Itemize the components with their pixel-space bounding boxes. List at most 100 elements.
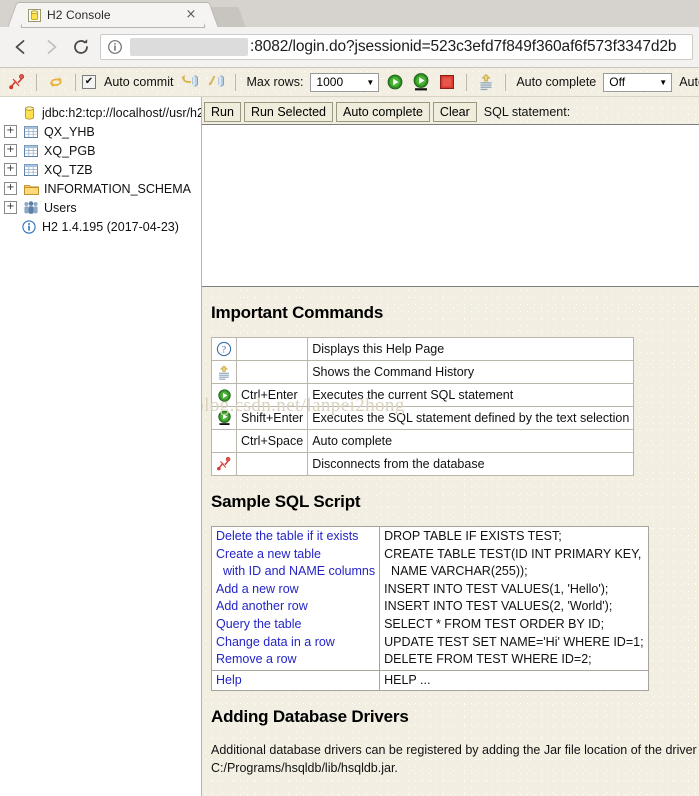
shortcut-key — [235, 360, 309, 384]
table-row: Ctrl+Enter Executes the current SQL stat… — [211, 383, 635, 407]
sample-help-label[interactable]: Help — [210, 669, 381, 692]
refresh-icon[interactable] — [43, 71, 69, 93]
max-rows-select[interactable]: 1000 ▼ — [310, 72, 380, 92]
tree-item-label: H2 1.4.195 (2017-04-23) — [42, 219, 179, 234]
database-icon — [21, 105, 37, 120]
shortcut-key — [235, 452, 309, 476]
main-panel: Run Run Selected Auto complete Clear SQL… — [202, 97, 699, 796]
adding-drivers-paragraph: Additional database drivers can be regis… — [211, 741, 699, 777]
table-icon — [23, 163, 39, 177]
paragraph-line-1: Additional database drivers can be regis… — [211, 743, 699, 758]
table-row: Shows the Command History — [211, 360, 635, 384]
clear-button[interactable]: Clear — [432, 101, 477, 122]
users-icon — [23, 201, 39, 215]
command-description: Auto complete — [307, 429, 635, 453]
table-row: Delete the table if it exists Create a n… — [210, 526, 649, 671]
run-selected-icon[interactable] — [408, 71, 434, 93]
chevron-down-icon: ▼ — [659, 77, 668, 87]
sidebar-item-information-schema[interactable]: + INFORMATION_SCHEMA — [4, 179, 201, 198]
toolbar-separator — [75, 73, 76, 91]
url-text: :8082/login.do?jsessionid=523c3efd7f849f… — [250, 38, 677, 55]
auto-complete-label: Auto complete — [516, 75, 597, 89]
sql-editor-textarea[interactable] — [202, 124, 699, 287]
tree-expander[interactable]: + — [4, 144, 17, 157]
sidebar-item-xq-pgb[interactable]: + XQ_PGB — [4, 141, 201, 160]
rollback-icon[interactable] — [203, 71, 229, 93]
auto-complete-value: Off — [609, 75, 626, 89]
run-selected-button[interactable]: Run Selected — [243, 101, 333, 122]
tree-item-label: XQ_PGB — [44, 143, 96, 158]
important-commands-table: ? Displays this Help Page Shows the Comm… — [211, 337, 635, 476]
stop-icon[interactable] — [434, 71, 460, 93]
sample-statements: DROP TABLE IF EXISTS TEST; CREATE TABLE … — [379, 526, 649, 671]
paragraph-line-2: C:/Programs/hsqldb/lib/hsqldb.jar. — [211, 761, 398, 776]
sidebar-item-users[interactable]: + Users — [4, 198, 201, 217]
disconnect-icon[interactable] — [211, 452, 237, 476]
database-tree: jdbc:h2:tcp://localhost//usr/h2/dat + QX… — [0, 97, 202, 796]
sample-help-statement: HELP ... — [379, 669, 649, 692]
table-row: Help HELP ... — [210, 669, 649, 692]
shortcut-key: Ctrl+Space — [235, 429, 309, 453]
run-selected-icon[interactable] — [211, 406, 237, 430]
svg-text:?: ? — [222, 346, 226, 356]
reload-button[interactable] — [66, 32, 96, 62]
max-rows-label: Max rows: — [246, 75, 304, 89]
sidebar-item-xq-tzb[interactable]: + XQ_TZB — [4, 160, 201, 179]
tree-item-label: XQ_TZB — [44, 162, 93, 177]
table-icon — [23, 125, 39, 139]
browser-tab[interactable]: H2 Console × — [22, 3, 204, 27]
folder-icon — [23, 182, 39, 196]
tree-expander[interactable]: + — [4, 182, 17, 195]
close-icon[interactable]: × — [184, 8, 198, 22]
sidebar-item-version: H2 1.4.195 (2017-04-23) — [4, 217, 201, 236]
forward-button — [36, 32, 66, 62]
editor-button-bar: Run Run Selected Auto complete Clear SQL… — [202, 97, 699, 124]
shortcut-key: Ctrl+Enter — [235, 383, 309, 407]
auto-complete-select[interactable]: Off ▼ — [603, 72, 673, 92]
auto-commit-checkbox[interactable]: ✔ — [82, 75, 96, 89]
tree-item-label: QX_YHB — [44, 124, 95, 139]
run-button[interactable]: Run — [204, 101, 241, 122]
command-description: Shows the Command History — [307, 360, 635, 384]
tree-expander[interactable]: + — [4, 125, 17, 138]
chevron-down-icon: ▼ — [366, 77, 375, 87]
tree-item-label: Users — [44, 200, 77, 215]
sample-sql-table: Delete the table if it exists Create a n… — [210, 526, 649, 692]
tree-item-connection[interactable]: jdbc:h2:tcp://localhost//usr/h2/dat — [4, 103, 201, 122]
back-button[interactable] — [6, 32, 36, 62]
history-icon[interactable] — [211, 360, 237, 384]
tree-expander — [4, 107, 15, 118]
info-icon[interactable] — [107, 39, 123, 55]
sample-description-text: Delete the table if it exists Create a n… — [216, 529, 376, 667]
run-icon[interactable] — [211, 383, 237, 407]
disconnect-icon[interactable] — [4, 71, 30, 93]
help-icon[interactable]: ? — [211, 337, 237, 361]
browser-chrome: H2 Console × :8082/login.do?jsessionid=5… — [0, 0, 699, 68]
sql-statement-label: SQL statement: — [483, 104, 571, 119]
toolbar-separator — [466, 73, 468, 91]
important-commands-heading: Important Commands — [211, 303, 384, 322]
tree-expander[interactable]: + — [4, 201, 17, 214]
auto-commit-label: Auto commit — [104, 75, 174, 89]
empty-icon-cell — [211, 429, 237, 453]
command-description: Disconnects from the database — [307, 452, 635, 476]
commit-icon[interactable] — [177, 71, 203, 93]
table-icon — [23, 144, 39, 158]
adding-drivers-heading: Adding Database Drivers — [211, 707, 409, 727]
sidebar-item-qx-yhb[interactable]: + QX_YHB — [4, 122, 201, 141]
redacted-host — [130, 38, 248, 56]
history-icon[interactable] — [473, 71, 499, 93]
address-bar[interactable]: :8082/login.do?jsessionid=523c3efd7f849f… — [100, 34, 693, 60]
shortcut-key — [235, 337, 309, 361]
tree-expander[interactable]: + — [4, 163, 17, 176]
sample-statement-text: DROP TABLE IF EXISTS TEST; CREATE TABLE … — [384, 529, 644, 667]
tree-item-label: INFORMATION_SCHEMA — [44, 181, 191, 196]
database-icon — [28, 8, 41, 22]
run-icon[interactable] — [382, 71, 408, 93]
auto-complete-button[interactable]: Auto complete — [336, 101, 430, 122]
table-row: Shift+Enter Executes the SQL statement d… — [211, 406, 635, 430]
toolbar-separator — [36, 73, 37, 91]
info-icon — [21, 219, 37, 234]
sample-descriptions: Delete the table if it exists Create a n… — [210, 526, 381, 671]
command-description: Executes the current SQL statement — [307, 383, 635, 407]
